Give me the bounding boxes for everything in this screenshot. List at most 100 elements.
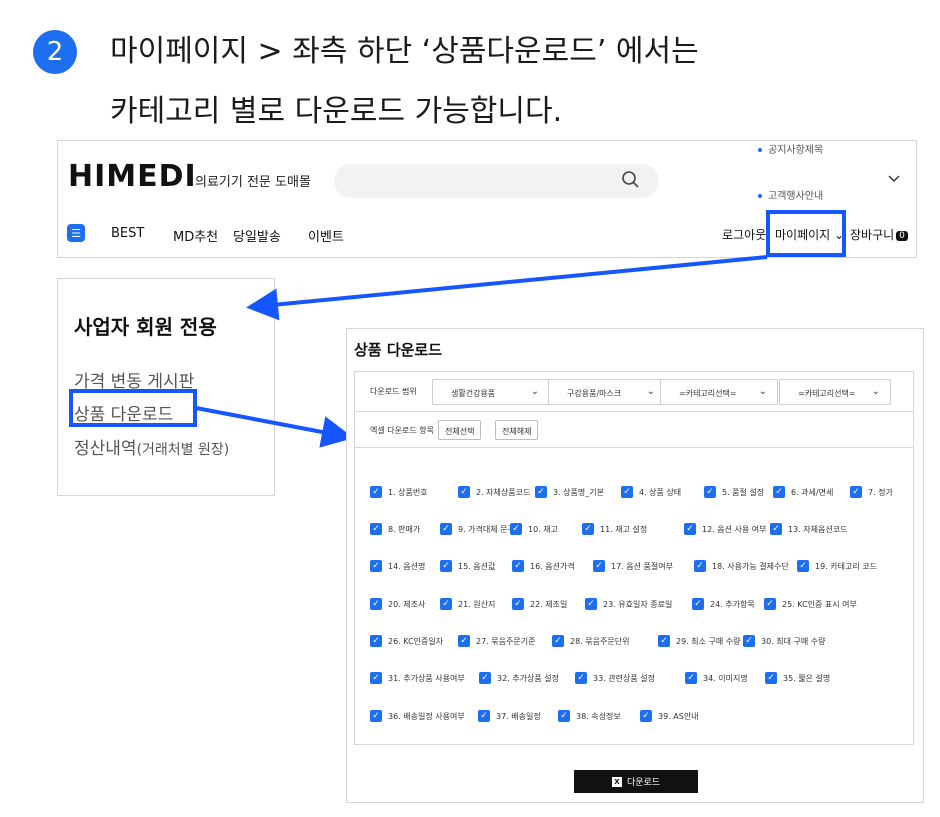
export-field-checkbox[interactable]: ✓ 23. 유효일자 종료일	[585, 598, 672, 610]
export-field-checkbox[interactable]: ✓ 9. 가격대체 문구	[440, 523, 515, 535]
checkbox-checked-icon[interactable]: ✓	[510, 523, 522, 535]
export-field-checkbox[interactable]: ✓ 14. 옵션명	[370, 560, 425, 572]
checkbox-checked-icon[interactable]: ✓	[640, 710, 652, 722]
checkbox-checked-icon[interactable]: ✓	[593, 560, 605, 572]
export-field-checkbox[interactable]: ✓ 34. 이미지명	[685, 672, 748, 684]
checkbox-checked-icon[interactable]: ✓	[585, 598, 597, 610]
checkbox-checked-icon[interactable]: ✓	[440, 560, 452, 572]
export-field-checkbox[interactable]: ✓ 1. 상품번호	[370, 486, 428, 498]
select-all-button[interactable]: 전체선택	[438, 420, 482, 440]
export-field-checkbox[interactable]: ✓ 18. 사용가능 결제수단	[694, 560, 789, 572]
export-field-checkbox[interactable]: ✓ 15. 옵션값	[440, 560, 495, 572]
checkbox-label: 11. 재고 설정	[600, 524, 648, 534]
category-select-1[interactable]: 생활건강용품 ⌄	[432, 379, 550, 405]
category-select-4[interactable]: =카테고리선택= ⌄	[779, 379, 891, 405]
checkbox-checked-icon[interactable]: ✓	[850, 486, 862, 498]
export-field-checkbox[interactable]: ✓ 30. 최대 구매 수량	[743, 635, 826, 647]
export-field-checkbox[interactable]: ✓ 3. 상품명_기본	[535, 486, 604, 498]
export-field-checkbox[interactable]: ✓ 8. 판매가	[370, 523, 420, 535]
checkbox-checked-icon[interactable]: ✓	[512, 598, 524, 610]
checkbox-label: 15. 옵션값	[458, 561, 496, 571]
export-field-checkbox[interactable]: ✓ 2. 자체상품코드	[458, 486, 530, 498]
checkbox-checked-icon[interactable]: ✓	[621, 486, 633, 498]
export-field-checkbox[interactable]: ✓ 33. 관련상품 설정	[575, 672, 655, 684]
checkbox-checked-icon[interactable]: ✓	[773, 486, 785, 498]
checkbox-checked-icon[interactable]: ✓	[512, 560, 524, 572]
checkbox-checked-icon[interactable]: ✓	[764, 598, 776, 610]
export-field-checkbox[interactable]: ✓ 10. 재고	[510, 523, 558, 535]
checkbox-checked-icon[interactable]: ✓	[440, 598, 452, 610]
checkbox-checked-icon[interactable]: ✓	[440, 523, 452, 535]
export-field-checkbox[interactable]: ✓ 7. 정가	[850, 486, 893, 498]
checkbox-checked-icon[interactable]: ✓	[370, 598, 382, 610]
export-field-checkbox[interactable]: ✓ 38. 속성정보	[558, 710, 621, 722]
checkbox-checked-icon[interactable]: ✓	[370, 635, 382, 647]
checkbox-label: 29. 최소 구매 수량	[676, 636, 741, 646]
deselect-all-button[interactable]: 전체해제	[495, 420, 539, 440]
checkbox-label: 27. 묶음주문기준	[476, 636, 536, 646]
export-field-checkbox[interactable]: ✓ 17. 옵션 품절여부	[593, 560, 673, 572]
export-field-checkbox[interactable]: ✓ 29. 최소 구매 수량	[658, 635, 741, 647]
checkbox-checked-icon[interactable]: ✓	[370, 560, 382, 572]
chevron-down-icon: ⌄	[871, 386, 880, 397]
checkbox-checked-icon[interactable]: ✓	[765, 672, 777, 684]
export-field-checkbox[interactable]: ✓ 35. 짧은 설명	[765, 672, 830, 684]
checkbox-label: 9. 가격대체 문구	[458, 524, 515, 534]
select-value: =카테고리선택=	[798, 389, 856, 398]
checkbox-checked-icon[interactable]: ✓	[694, 560, 706, 572]
checkbox-checked-icon[interactable]: ✓	[370, 523, 382, 535]
arrow-to-member-panel	[246, 255, 768, 321]
export-field-checkbox[interactable]: ✓ 16. 옵션가격	[512, 560, 575, 572]
checkbox-label: 6. 과세/면세	[791, 487, 834, 497]
export-field-checkbox[interactable]: ✓ 6. 과세/면세	[773, 486, 833, 498]
checkbox-checked-icon[interactable]: ✓	[797, 560, 809, 572]
export-field-checkbox[interactable]: ✓ 13. 자체옵션코드	[770, 523, 847, 535]
export-field-checkbox[interactable]: ✓ 31. 추가상품 사용여부	[370, 672, 465, 684]
checkbox-label: 5. 품절 설정	[722, 487, 765, 497]
export-field-checkbox[interactable]: ✓ 28. 묶음주문단위	[552, 635, 629, 647]
checkbox-label: 35. 짧은 설명	[783, 673, 831, 683]
checkbox-checked-icon[interactable]: ✓	[582, 523, 594, 535]
checkbox-checked-icon[interactable]: ✓	[458, 486, 470, 498]
checkbox-label: 17. 옵션 품절여부	[611, 561, 673, 571]
category-select-2[interactable]: 구강용품/마스크 ⌄	[548, 379, 666, 405]
checkbox-checked-icon[interactable]: ✓	[770, 523, 782, 535]
checkbox-label: 26. KC인증일자	[388, 636, 444, 646]
export-field-checkbox[interactable]: ✓ 36. 배송일정 사용여부	[370, 710, 465, 722]
checkbox-checked-icon[interactable]: ✓	[743, 635, 755, 647]
export-field-checkbox[interactable]: ✓ 19. 카테고리 코드	[797, 560, 877, 572]
checkbox-checked-icon[interactable]: ✓	[479, 672, 491, 684]
export-field-checkbox[interactable]: ✓ 11. 재고 설정	[582, 523, 647, 535]
checkbox-checked-icon[interactable]: ✓	[370, 710, 382, 722]
category-select-3[interactable]: =카테고리선택= ⌄	[660, 379, 778, 405]
export-field-checkbox[interactable]: ✓ 5. 품절 설정	[704, 486, 764, 498]
checkbox-checked-icon[interactable]: ✓	[692, 598, 704, 610]
export-field-checkbox[interactable]: ✓ 37. 배송일정	[478, 710, 541, 722]
download-button[interactable]: X 다운로드	[574, 770, 698, 793]
checkbox-checked-icon[interactable]: ✓	[370, 486, 382, 498]
checkbox-checked-icon[interactable]: ✓	[370, 672, 382, 684]
checkbox-checked-icon[interactable]: ✓	[535, 486, 547, 498]
checkbox-checked-icon[interactable]: ✓	[575, 672, 587, 684]
export-field-checkbox[interactable]: ✓ 24. 추가항목	[692, 598, 755, 610]
checkbox-checked-icon[interactable]: ✓	[685, 672, 697, 684]
export-field-checkbox[interactable]: ✓ 20. 제조사	[370, 598, 425, 610]
export-field-checkbox[interactable]: ✓ 32. 추가상품 설정	[479, 672, 559, 684]
checkbox-checked-icon[interactable]: ✓	[552, 635, 564, 647]
export-field-checkbox[interactable]: ✓ 21. 원산지	[440, 598, 495, 610]
export-field-checkbox[interactable]: ✓ 26. KC인증일자	[370, 635, 443, 647]
checkbox-checked-icon[interactable]: ✓	[704, 486, 716, 498]
checkbox-checked-icon[interactable]: ✓	[658, 635, 670, 647]
checkbox-checked-icon[interactable]: ✓	[684, 523, 696, 535]
checkbox-checked-icon[interactable]: ✓	[458, 635, 470, 647]
range-label: 다운로드 범위	[370, 387, 417, 396]
export-field-checkbox[interactable]: ✓ 4. 상품 상태	[621, 486, 681, 498]
export-field-checkbox[interactable]: ✓ 27. 묶음주문기준	[458, 635, 535, 647]
export-field-checkbox[interactable]: ✓ 39. AS안내	[640, 710, 699, 722]
export-field-checkbox[interactable]: ✓ 22. 제조일	[512, 598, 567, 610]
export-field-checkbox[interactable]: ✓ 12. 옵션 사용 여부	[684, 523, 767, 535]
checkbox-checked-icon[interactable]: ✓	[478, 710, 490, 722]
checkbox-checked-icon[interactable]: ✓	[558, 710, 570, 722]
excel-items-row: 엑셀 다운로드 항목 전체선택 전체해제	[355, 412, 913, 448]
export-field-checkbox[interactable]: ✓ 25. KC인증 표시 여부	[764, 598, 857, 610]
